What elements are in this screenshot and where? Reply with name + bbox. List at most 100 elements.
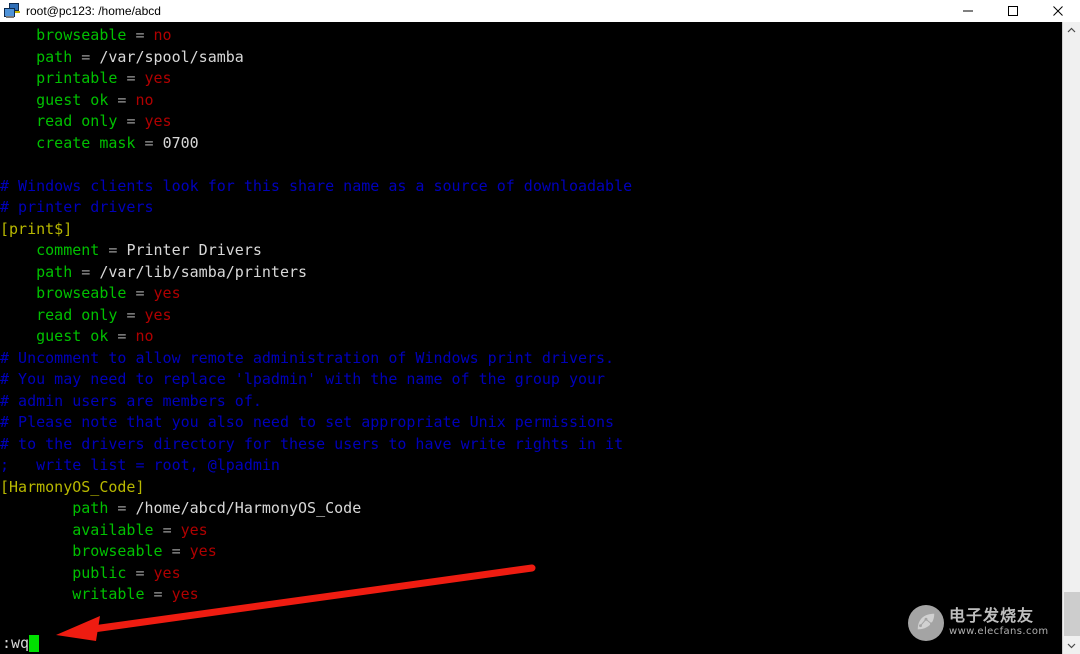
terminal-line: # Windows clients look for this share na… xyxy=(0,176,1062,198)
network-leaf-icon xyxy=(917,613,935,630)
maximize-button[interactable] xyxy=(990,0,1035,22)
scroll-up-arrow-icon[interactable] xyxy=(1063,22,1080,39)
terminal-line: path = /var/spool/samba xyxy=(0,47,1062,69)
terminal-token: = xyxy=(135,563,145,582)
putty-terminal-window: root@pc123: /home/abcd browseable = no p… xyxy=(0,0,1080,654)
terminal-line: # Please note that you also need to set … xyxy=(0,412,1062,434)
scroll-down-arrow-icon[interactable] xyxy=(1063,637,1080,654)
window-title: root@pc123: /home/abcd xyxy=(26,4,161,18)
terminal-token: no xyxy=(153,26,172,44)
terminal-token: # printer drivers xyxy=(0,198,154,216)
terminal-token: yes xyxy=(180,520,208,539)
terminal-token: # to the drivers directory for these use… xyxy=(0,434,624,453)
terminal-line: browseable = no xyxy=(0,25,1062,47)
terminal-token: no xyxy=(135,327,154,345)
terminal-token: = xyxy=(153,585,163,603)
terminal-token: [print$] xyxy=(0,219,73,238)
terminal-line: # to the drivers directory for these use… xyxy=(0,434,1062,456)
terminal-token: # You may need to replace 'lpadmin' with… xyxy=(0,370,606,388)
terminal-token: = xyxy=(171,542,181,560)
terminal-line: [print$] xyxy=(0,219,1062,241)
terminal-token: read only xyxy=(36,112,118,130)
terminal-line: read only = yes xyxy=(0,305,1062,327)
terminal-token: # Windows clients look for this share na… xyxy=(0,176,633,195)
scrollbar-thumb[interactable] xyxy=(1064,592,1080,636)
watermark-url: www.elecfans.com xyxy=(949,626,1049,638)
terminal-line: create mask = 0700 xyxy=(0,133,1062,155)
terminal-token: public xyxy=(72,563,127,582)
terminal-token: yes xyxy=(153,563,181,582)
terminal-token: = xyxy=(144,133,154,152)
terminal-token: browseable xyxy=(72,542,163,560)
terminal-token: printable xyxy=(36,69,118,87)
putty-icon xyxy=(3,2,21,20)
terminal-token: yes xyxy=(189,542,217,560)
title-bar: root@pc123: /home/abcd xyxy=(0,0,1080,23)
terminal-token: /var/lib/samba/printers xyxy=(99,262,308,281)
terminal-token: ; write list = root, @lpadmin xyxy=(0,456,280,474)
terminal-token: = xyxy=(81,47,91,66)
terminal-token: comment xyxy=(36,241,100,259)
terminal-token: 0700 xyxy=(162,133,199,152)
terminal-token: # Uncomment to allow remote administrati… xyxy=(0,348,615,367)
terminal-cursor xyxy=(29,634,40,652)
terminal-token: available xyxy=(72,520,154,539)
terminal-token: Printer Drivers xyxy=(126,241,262,259)
terminal-token: [HarmonyOS_Code] xyxy=(0,477,145,496)
terminal-token: browseable xyxy=(36,26,127,44)
terminal-body[interactable]: browseable = no path = /var/spool/samba … xyxy=(0,22,1062,632)
terminal-line: path = /home/abcd/HarmonyOS_Code xyxy=(0,498,1062,520)
close-icon xyxy=(1052,6,1063,16)
terminal-line: browseable = yes xyxy=(0,541,1062,563)
vim-command-line[interactable]: :wq xyxy=(0,632,1062,654)
watermark-brand: 电子发烧友 xyxy=(949,606,1035,626)
scrollbar[interactable] xyxy=(1062,22,1080,654)
terminal-line: comment = Printer Drivers xyxy=(0,240,1062,262)
terminal-token: guest ok xyxy=(36,90,109,109)
chevron-down-icon xyxy=(1067,643,1076,649)
terminal-line: # You may need to replace 'lpadmin' with… xyxy=(0,369,1062,391)
terminal-token: # Please note that you also need to set … xyxy=(0,413,615,431)
terminal-token: create mask xyxy=(36,133,136,152)
terminal-line: ; write list = root, @lpadmin xyxy=(0,455,1062,477)
terminal-token: yes xyxy=(144,112,172,130)
terminal-line: writable = yes xyxy=(0,584,1062,606)
terminal-line: guest ok = no xyxy=(0,90,1062,112)
terminal-text-area: browseable = no path = /var/spool/samba … xyxy=(0,25,1062,606)
terminal-token: read only xyxy=(36,305,118,324)
terminal-token: path xyxy=(36,262,73,281)
terminal-token: = xyxy=(135,26,145,44)
terminal-token: # admin users are members of. xyxy=(0,391,262,410)
terminal-token: path xyxy=(36,47,73,66)
terminal-token: = xyxy=(162,520,172,539)
terminal-token: /var/spool/samba xyxy=(99,47,244,66)
terminal-token: yes xyxy=(153,284,181,302)
elecfans-logo-icon xyxy=(908,605,944,641)
terminal-line: printable = yes xyxy=(0,68,1062,90)
maximize-icon xyxy=(1007,6,1018,16)
watermark: 电子发烧友 www.elecfans.com xyxy=(908,600,1058,646)
minimize-button[interactable] xyxy=(945,0,990,22)
close-button[interactable] xyxy=(1035,0,1080,22)
terminal-line: browseable = yes xyxy=(0,283,1062,305)
terminal-token: = xyxy=(81,262,91,281)
terminal-line: public = yes xyxy=(0,563,1062,585)
window-controls xyxy=(945,0,1080,22)
terminal-line: path = /var/lib/samba/printers xyxy=(0,262,1062,284)
terminal-token: yes xyxy=(144,305,172,324)
